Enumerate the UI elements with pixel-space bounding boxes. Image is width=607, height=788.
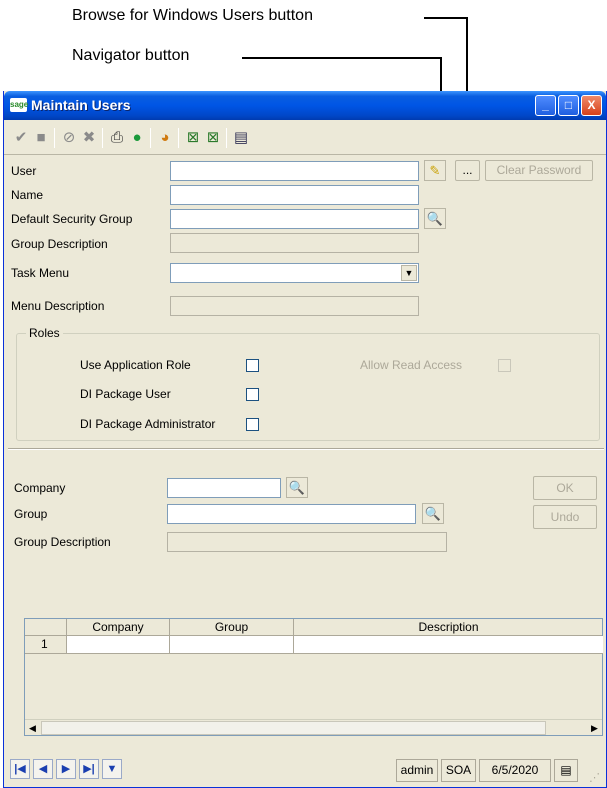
grid-header: Company Group Description bbox=[25, 619, 602, 636]
sage-logo: sage bbox=[10, 98, 28, 112]
name-label: Name bbox=[11, 188, 44, 202]
delete-icon[interactable]: ✖ bbox=[80, 129, 98, 147]
chevron-down-icon[interactable]: ▼ bbox=[401, 265, 417, 281]
horizontal-scrollbar[interactable]: ◀ ▶ bbox=[25, 719, 602, 735]
section-divider bbox=[8, 448, 604, 450]
browse-windows-users-callout: Browse for Windows Users button bbox=[72, 7, 313, 24]
grid-row-header bbox=[25, 619, 67, 636]
group-cell[interactable] bbox=[170, 636, 294, 654]
di-package-administrator-checkbox[interactable] bbox=[246, 418, 259, 431]
print-icon[interactable]: ⎙ bbox=[108, 129, 126, 147]
column-header-company[interactable]: Company bbox=[67, 619, 170, 636]
window-title: Maintain Users bbox=[31, 97, 131, 113]
clear-password-button[interactable]: Clear Password bbox=[485, 160, 593, 181]
browse-windows-users-button[interactable]: ✎ bbox=[424, 160, 446, 181]
di-package-user-label: DI Package User bbox=[80, 387, 171, 401]
user-field[interactable] bbox=[170, 161, 419, 181]
group-label: Group bbox=[14, 507, 48, 521]
column-header-group[interactable]: Group bbox=[170, 619, 294, 636]
toolbar-separator bbox=[226, 128, 227, 148]
maintain-users-window: sage Maintain Users _ □ X ✔ ■ ⊘ ✖ ⎙ ● ◕ … bbox=[3, 91, 607, 788]
navigator-button[interactable]: ... bbox=[455, 160, 480, 181]
menu-description-label: Menu Description bbox=[11, 299, 105, 313]
company-field[interactable] bbox=[167, 478, 281, 498]
company-group-description-label: Group Description bbox=[14, 535, 111, 549]
table-row[interactable]: 1 bbox=[25, 636, 603, 654]
company-group-description-field bbox=[167, 532, 447, 552]
scroll-right-icon[interactable]: ▶ bbox=[587, 721, 602, 735]
security-group-lookup-button[interactable]: 🔍 bbox=[424, 208, 446, 229]
callout-line bbox=[242, 57, 442, 59]
group-description-label: Group Description bbox=[11, 237, 108, 251]
default-security-group-label: Default Security Group bbox=[11, 212, 133, 226]
roles-title: Roles bbox=[26, 326, 63, 340]
title-bar[interactable]: sage Maintain Users _ □ X bbox=[4, 91, 606, 120]
group-field[interactable] bbox=[167, 504, 416, 524]
row-number: 1 bbox=[25, 636, 67, 654]
save-icon[interactable]: ■ bbox=[32, 129, 50, 147]
resize-grip-icon[interactable]: ⋰ bbox=[589, 771, 600, 784]
company-label: Company bbox=[14, 481, 66, 495]
use-application-role-label: Use Application Role bbox=[80, 358, 191, 372]
toolbar-separator bbox=[178, 128, 179, 148]
search-icon: 🔍 bbox=[426, 211, 444, 226]
export-icon[interactable]: ⊠ bbox=[184, 129, 202, 147]
next-record-icon[interactable]: ▶ bbox=[56, 759, 76, 779]
check-icon[interactable]: ✔ bbox=[12, 129, 30, 147]
first-record-icon[interactable]: |◀ bbox=[10, 759, 30, 779]
group-description-field bbox=[170, 233, 419, 253]
allow-read-access-label: Allow Read Access bbox=[360, 358, 463, 372]
company-lookup-button[interactable]: 🔍 bbox=[286, 477, 308, 498]
company-group-grid: Company Group Description 1 ◀ ▶ bbox=[24, 618, 603, 736]
toolbar-separator bbox=[102, 128, 103, 148]
maximize-button[interactable]: □ bbox=[558, 95, 579, 116]
undo-button[interactable]: Undo bbox=[533, 505, 597, 529]
description-cell[interactable] bbox=[294, 636, 603, 654]
status-user: admin bbox=[396, 759, 438, 782]
settings-icon[interactable]: ▤ bbox=[232, 129, 250, 147]
toolbar-separator bbox=[54, 128, 55, 148]
import-icon[interactable]: ⊠ bbox=[204, 129, 222, 147]
callout-line bbox=[424, 17, 468, 19]
previous-record-icon[interactable]: ◀ bbox=[33, 759, 53, 779]
scroll-thumb[interactable] bbox=[41, 721, 546, 735]
help-icon[interactable]: ● bbox=[128, 129, 146, 147]
name-field[interactable] bbox=[170, 185, 419, 205]
task-menu-select[interactable]: ▼ bbox=[170, 263, 419, 283]
task-menu-label: Task Menu bbox=[11, 266, 70, 280]
close-button[interactable]: X bbox=[581, 95, 602, 116]
cancel-icon[interactable]: ⊘ bbox=[60, 129, 78, 147]
use-application-role-checkbox[interactable] bbox=[246, 359, 259, 372]
allow-read-access-checkbox bbox=[498, 359, 511, 372]
user-label: User bbox=[11, 164, 37, 178]
navigator-callout: Navigator button bbox=[72, 47, 190, 64]
status-bar: |◀ ◀ ▶ ▶| ▼ admin SOA 6/5/2020 ▤ ⋰ bbox=[4, 751, 606, 788]
menu-description-field bbox=[170, 296, 419, 316]
toolbar: ✔ ■ ⊘ ✖ ⎙ ● ◕ ⊠ ⊠ ▤ bbox=[4, 120, 606, 155]
company-cell[interactable] bbox=[67, 636, 170, 654]
user-lookup-icon: ✎ bbox=[429, 163, 441, 178]
group-lookup-button[interactable]: 🔍 bbox=[422, 503, 444, 524]
di-package-user-checkbox[interactable] bbox=[246, 388, 259, 401]
search-icon: 🔍 bbox=[288, 480, 306, 495]
column-header-description[interactable]: Description bbox=[294, 619, 603, 636]
search-icon: 🔍 bbox=[424, 506, 442, 521]
ok-button[interactable]: OK bbox=[533, 476, 597, 500]
toolbar-separator bbox=[150, 128, 151, 148]
scroll-left-icon[interactable]: ◀ bbox=[25, 721, 40, 735]
filter-icon[interactable]: ▼ bbox=[102, 759, 122, 779]
minimize-button[interactable]: _ bbox=[535, 95, 556, 116]
default-security-group-field[interactable] bbox=[170, 209, 419, 229]
chart-icon[interactable]: ◕ bbox=[156, 129, 174, 147]
status-date: 6/5/2020 bbox=[479, 759, 551, 782]
calendar-icon[interactable]: ▤ bbox=[554, 759, 578, 782]
status-company: SOA bbox=[441, 759, 476, 782]
di-package-administrator-label: DI Package Administrator bbox=[80, 417, 216, 431]
last-record-icon[interactable]: ▶| bbox=[79, 759, 99, 779]
